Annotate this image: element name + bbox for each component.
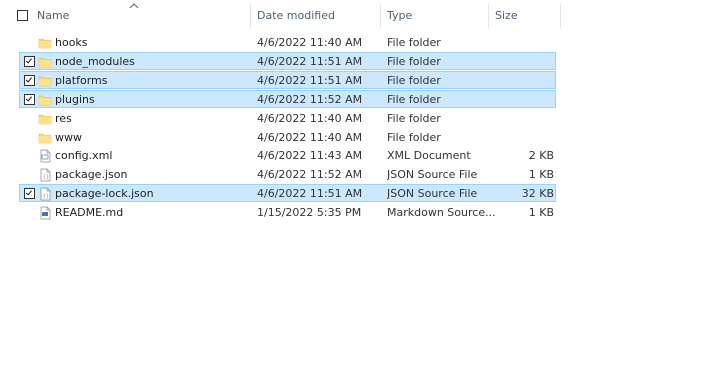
column-header-row: Name Date modified Type Size: [0, 0, 561, 31]
file-name: plugins: [55, 92, 95, 106]
file-date-modified: 4/6/2022 11:52 AM: [257, 92, 363, 106]
file-type: File folder: [387, 111, 441, 125]
column-header-date-label: Date modified: [257, 9, 335, 22]
file-type: File folder: [387, 73, 441, 87]
column-header-name[interactable]: Name: [37, 0, 247, 31]
file-name: hooks: [55, 36, 88, 49]
file-row[interactable]: hooks 4/6/2022 11:40 AM File folder: [19, 33, 556, 51]
markdown-file-icon: [38, 206, 52, 220]
file-name: package-lock.json: [55, 187, 154, 201]
file-type: File folder: [387, 130, 441, 144]
column-header-date-modified[interactable]: Date modified: [257, 0, 377, 31]
file-date-modified: 4/6/2022 11:51 AM: [257, 54, 363, 68]
select-all-checkbox[interactable]: [17, 10, 28, 21]
file-size: [490, 129, 554, 147]
file-size: 32 KB: [521, 187, 554, 201]
file-name: README.md: [55, 206, 124, 220]
file-row[interactable]: platforms 4/6/2022 11:51 AM File folder: [19, 70, 556, 90]
file-row[interactable]: README.md 1/15/2022 5:35 PM Markdown Sourc…: [19, 203, 556, 221]
json-file-icon: {}: [38, 168, 52, 182]
file-name: res: [55, 111, 72, 125]
column-header-type[interactable]: Type: [387, 0, 487, 31]
column-header-name-label: Name: [37, 9, 70, 22]
file-size: [490, 91, 554, 109]
file-date-modified: 4/6/2022 11:40 AM: [257, 130, 363, 144]
file-name: node_modules: [55, 54, 135, 68]
folder-icon: [38, 93, 52, 107]
column-divider[interactable]: [488, 4, 489, 28]
file-row[interactable]: {} package.json 4/6/2022 11:52 AM JSON Sour…: [19, 165, 556, 183]
xml-file-icon: [38, 149, 52, 163]
file-row[interactable]: {} package-lock.json 4/6/2022 11:51 AM JSON…: [19, 184, 556, 203]
file-explorer-details-view: { "columns": { "name": "Name", "date_mod…: [0, 0, 707, 369]
folder-icon: [38, 112, 52, 126]
column-header-type-label: Type: [387, 9, 413, 22]
row-checkbox[interactable]: [24, 55, 35, 67]
file-name: package.json: [55, 168, 128, 182]
row-checkbox[interactable]: [24, 74, 35, 86]
file-name: config.xml: [55, 149, 113, 163]
json-file-icon: {}: [38, 187, 52, 201]
file-type: File folder: [387, 36, 441, 49]
file-type: File folder: [387, 54, 441, 68]
file-date-modified: 1/15/2022 5:35 PM: [257, 206, 362, 220]
file-date-modified: 4/6/2022 11:43 AM: [257, 149, 363, 163]
file-size: 2 KB: [528, 149, 554, 163]
svg-text:{}: {}: [43, 194, 49, 200]
folder-icon: [38, 74, 52, 88]
folder-icon: [38, 131, 52, 145]
file-name: platforms: [55, 73, 108, 87]
file-date-modified: 4/6/2022 11:40 AM: [257, 111, 363, 125]
file-row[interactable]: plugins 4/6/2022 11:52 AM File folder: [19, 89, 556, 109]
file-row[interactable]: node_modules 4/6/2022 11:51 AM File folder: [19, 51, 556, 71]
file-type: Markdown Source...: [387, 206, 496, 220]
folder-icon: [38, 55, 52, 69]
svg-text:{}: {}: [43, 175, 49, 181]
file-date-modified: 4/6/2022 11:40 AM: [257, 36, 363, 49]
file-date-modified: 4/6/2022 11:51 AM: [257, 187, 363, 201]
file-name: www: [55, 130, 82, 144]
column-header-size-label: Size: [495, 9, 518, 22]
file-date-modified: 4/6/2022 11:51 AM: [257, 73, 363, 87]
file-size: [490, 53, 554, 71]
file-row[interactable]: res 4/6/2022 11:40 AM File folder: [19, 109, 556, 127]
file-row[interactable]: www 4/6/2022 11:40 AM File folder: [19, 128, 556, 146]
column-header-size[interactable]: Size: [495, 0, 555, 31]
column-divider[interactable]: [250, 4, 251, 28]
file-size: [490, 72, 554, 90]
file-size: [490, 34, 554, 52]
file-date-modified: 4/6/2022 11:52 AM: [257, 168, 363, 182]
column-divider[interactable]: [560, 4, 561, 28]
file-type: JSON Source File: [387, 168, 478, 182]
file-size: 1 KB: [528, 206, 554, 220]
file-type: File folder: [387, 92, 441, 106]
file-size: 1 KB: [528, 168, 554, 182]
row-checkbox[interactable]: [24, 188, 35, 200]
file-row[interactable]: config.xml 4/6/2022 11:43 AM XML Document 2…: [19, 146, 556, 164]
folder-icon: [38, 36, 52, 50]
column-divider[interactable]: [380, 4, 381, 28]
file-type: JSON Source File: [387, 187, 478, 201]
row-checkbox[interactable]: [24, 93, 35, 105]
file-type: XML Document: [387, 149, 471, 163]
file-size: [490, 110, 554, 128]
